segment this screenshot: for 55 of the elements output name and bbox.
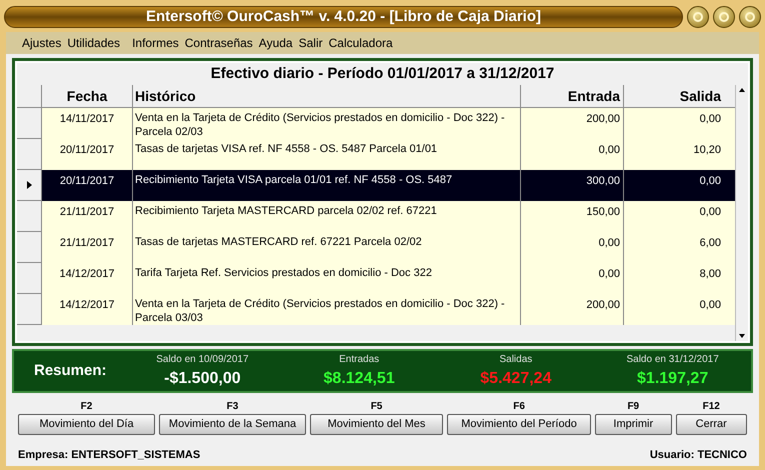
menu-item[interactable]: Ayuda <box>258 34 293 52</box>
column-header[interactable]: Entrada <box>521 85 624 107</box>
minimize-button[interactable] <box>687 6 709 28</box>
column-header[interactable]: Histórico <box>133 85 521 107</box>
table-row[interactable]: 21/11/2017 Recibimiento Tarjeta MASTERCARD parcela 02/02 ref. 67221 150,00 0,00 <box>17 201 735 232</box>
table-row[interactable]: 14/11/2017 Venta en la Tarjeta de Crédito (Servicios prestados en domicilio - Doc 322) - Parcela 02/03 200,00 0,00 <box>17 108 735 139</box>
row-pointer-icon <box>26 181 32 189</box>
action-button[interactable]: Movimiento de la Semana <box>159 414 306 435</box>
menu-item[interactable]: Calculadora <box>328 34 393 52</box>
table-cell-text: 6,00 <box>698 236 722 251</box>
window-title: Entersoft© OuroCash™ v. 4.0.20 - [Libro de Caja Diario] <box>4 6 683 28</box>
menu-item[interactable]: Salir <box>298 34 323 52</box>
shortcut-key: F12 <box>702 399 720 414</box>
company-label: Empresa: ENTERSOFT_SISTEMAS <box>18 448 200 463</box>
scrollbar[interactable] <box>735 85 748 341</box>
table-row[interactable]: 14/12/2017 Venta en la Tarjeta de Crédito (Servicios prestados en domicilio - Doc 322) - Parcela 03/03 200,00 0,00 <box>17 294 735 325</box>
table-row[interactable]: 14/12/2017 Tarifa Tarjeta Ref. Servicios prestados en domicilio - Doc 322 0,00 8,00 <box>17 263 735 294</box>
column-header[interactable]: Fecha <box>42 85 133 107</box>
shortcut-key: F6 <box>513 399 525 414</box>
summary-value: $8.124,51 <box>324 368 395 388</box>
shortcut-key: F3 <box>226 399 238 414</box>
summary-value: $5.427,24 <box>480 368 552 388</box>
user-label: Usuario: TECNICO <box>650 448 747 463</box>
table-cell-text: 0,00 <box>698 112 722 127</box>
menu-item[interactable]: Informes <box>132 34 179 52</box>
column-header[interactable]: Salida <box>624 85 724 107</box>
summary-value: -$1.500,00 <box>164 368 241 388</box>
table-cell-text: 10,20 <box>692 143 722 158</box>
table-cell-text: 0,00 <box>698 298 722 313</box>
table-row[interactable]: 20/11/2017 Recibimiento Tarjeta VISA parcela 01/01 ref. NF 4558 - OS. 5487 300,00 0,00 <box>17 170 735 201</box>
action-button[interactable]: Movimiento del Día <box>18 414 156 435</box>
table-cell-text: 0,00 <box>698 205 722 220</box>
table-row[interactable]: 21/11/2017 Tasas de tarjetas MASTERCARD ref. 67221 Parcela 02/02 0,00 6,00 <box>17 232 735 263</box>
action-button[interactable]: Imprimir <box>595 414 672 435</box>
table-cell-text: 0,00 <box>698 174 722 189</box>
shortcut-key: F2 <box>80 399 92 414</box>
shortcut-key: F9 <box>627 399 640 414</box>
summary-caption: Entradas <box>339 352 380 366</box>
action-button[interactable]: Movimiento del Período <box>447 414 592 435</box>
summary-label: Resumen: <box>33 360 108 381</box>
table-cell-text: 8,00 <box>698 267 722 282</box>
action-button[interactable]: Cerrar <box>676 414 747 435</box>
summary-caption: Saldo en 10/09/2017 <box>156 352 249 366</box>
summary-value: $1.197,27 <box>637 368 708 388</box>
grid-title: Efectivo diario - Período 01/01/2017 a 31/12/2017 <box>17 63 748 85</box>
summary-caption: Salidas <box>499 352 532 366</box>
summary-caption: Saldo en 31/12/2017 <box>626 352 719 366</box>
close-button[interactable] <box>739 6 761 28</box>
menu-item[interactable]: Utilidades <box>67 34 120 52</box>
maximize-button[interactable] <box>713 6 735 28</box>
shortcut-key: F5 <box>370 399 382 414</box>
menu-item[interactable]: Contraseñas <box>184 34 253 52</box>
action-button[interactable]: Movimiento del Mes <box>310 414 444 435</box>
menu-item[interactable]: Ajustes <box>22 34 62 52</box>
table-row[interactable]: 20/11/2017 Tasas de tarjetas VISA ref. NF 4558 - OS. 5487 Parcela 01/01 0,00 10,20 <box>17 139 735 170</box>
